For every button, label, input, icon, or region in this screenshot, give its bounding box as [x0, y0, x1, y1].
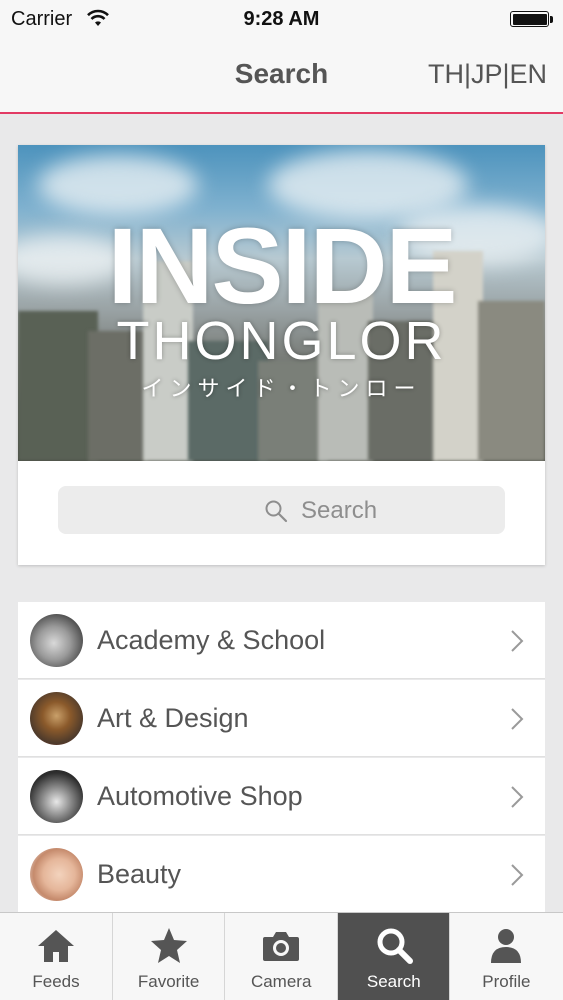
search-placeholder: Search [301, 497, 378, 524]
category-item-academy[interactable]: Academy & School [18, 602, 545, 679]
hero-title: INSIDE [107, 205, 457, 326]
tab-label: Favorite [137, 972, 200, 991]
home-icon [38, 930, 74, 962]
category-item-art[interactable]: Art & Design [18, 680, 545, 757]
chevron-right-icon [511, 708, 524, 730]
language-switcher[interactable]: TH|JP|EN [428, 59, 547, 90]
tab-label: Search [366, 972, 421, 991]
search-input[interactable]: Search [58, 486, 505, 534]
search-icon [377, 928, 413, 964]
category-item-automotive[interactable]: Automotive Shop [18, 758, 545, 835]
chevron-right-icon [511, 864, 524, 886]
category-item-beauty[interactable]: Beauty [18, 836, 545, 913]
tab-bar: Feeds Favorite Camera Search Profile [0, 912, 563, 1000]
tab-search[interactable]: Search [337, 913, 451, 1000]
beauty-thumbnail [30, 848, 83, 901]
hero-japanese-title: インサイド・トンロー [141, 376, 422, 401]
category-label: Beauty [97, 859, 182, 889]
hero-subtitle: THONGLOR [116, 311, 447, 371]
tab-label: Profile [482, 972, 531, 991]
art-thumbnail [30, 692, 83, 745]
tab-favorite[interactable]: Favorite [113, 913, 226, 1000]
chevron-right-icon [511, 630, 524, 652]
hero-banner-image: INSIDE THONGLOR インサイド・トンロー [18, 145, 545, 461]
tab-camera[interactable]: Camera [225, 913, 338, 1000]
category-label: Art & Design [97, 703, 249, 733]
navigation-bar: Search TH|JP|EN [0, 38, 563, 114]
tab-feeds[interactable]: Feeds [0, 913, 113, 1000]
tab-profile[interactable]: Profile [450, 913, 563, 1000]
tab-label: Camera [250, 972, 312, 991]
tab-label: Feeds [32, 972, 80, 991]
category-label: Academy & School [97, 625, 326, 655]
hero-card: INSIDE THONGLOR インサイド・トンロー Search [18, 145, 545, 565]
battery-tip [550, 16, 553, 23]
category-list: Academy & School Art & Design Automotive… [18, 602, 545, 914]
camera-icon [263, 932, 300, 961]
category-label: Automotive Shop [97, 781, 303, 811]
status-bar: Carrier 9:28 AM [0, 0, 563, 38]
car-thumbnail [30, 770, 83, 823]
search-icon [265, 500, 288, 523]
person-icon [491, 929, 522, 963]
battery-icon [510, 11, 549, 27]
chevron-right-icon [511, 786, 524, 808]
academy-thumbnail [30, 614, 83, 667]
clock: 9:28 AM [243, 8, 320, 30]
star-icon [150, 928, 187, 963]
